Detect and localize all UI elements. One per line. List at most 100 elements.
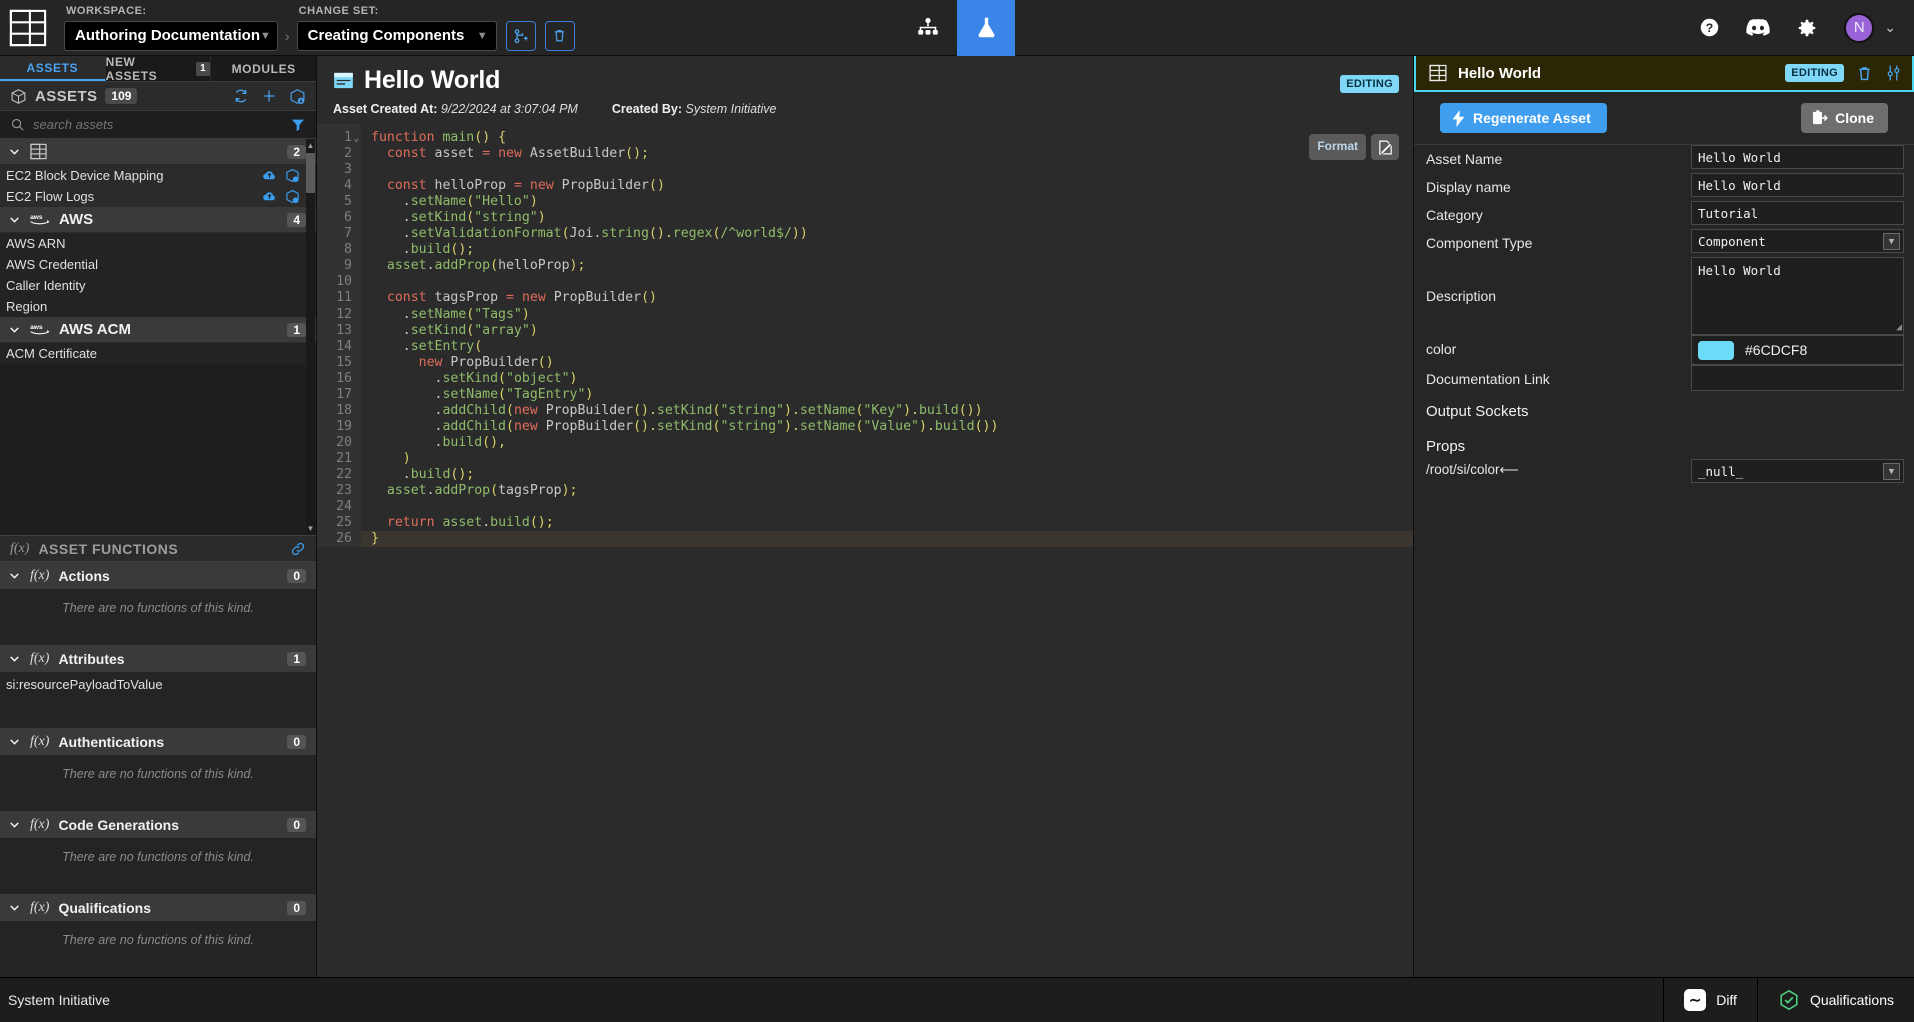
function-section-header[interactable]: f(x) Qualifications 0 [0,894,316,921]
code-line[interactable]: const tagsProp = new PropBuilder() [371,290,1413,306]
code-line[interactable]: .build(); [371,242,1413,258]
diff-button[interactable]: ∼ Diff [1663,977,1757,1022]
code-line[interactable]: .setKind("object") [371,371,1413,387]
code-line[interactable] [371,162,1413,178]
asset-group-aws[interactable]: aws AWS 4 [0,207,316,233]
code-line[interactable]: .setName("Hello") [371,194,1413,210]
code-line[interactable]: .setValidationFormat(Joi.string().regex(… [371,226,1413,242]
module-icon[interactable] [285,168,300,183]
code-line[interactable]: asset.addProp(tagsProp); [371,483,1413,499]
scroll-down-icon[interactable]: ▼ [306,524,315,533]
scroll-up-icon[interactable]: ▲ [306,141,315,150]
asset-item-aws-arn[interactable]: AWS ARN [0,233,316,254]
asset-item-acm-certificate[interactable]: ACM Certificate [0,343,316,364]
code-line[interactable]: } [361,531,1413,548]
description-textarea[interactable]: Hello World ◢ [1691,257,1904,335]
asset-group-aws-acm[interactable]: aws AWS ACM 1 [0,317,316,343]
filter-icon[interactable] [290,117,306,133]
code-line[interactable]: .setKind("string") [371,210,1413,226]
delete-asset-icon[interactable] [1856,65,1873,82]
code-line[interactable]: .setKind("array") [371,323,1413,339]
documentation-link-input[interactable] [1691,365,1904,391]
code-line[interactable]: new PropBuilder() [371,355,1413,371]
function-section-header[interactable]: f(x) Code Generations 0 [0,811,316,838]
changeset-dropdown[interactable]: Creating Components ▼ [296,20,497,51]
function-section-header[interactable]: f(x) Authentications 0 [0,728,316,755]
clone-asset-button[interactable]: Clone [1801,103,1888,133]
display-name-input[interactable]: Hello World [1691,173,1904,197]
cloud-upload-icon[interactable] [262,189,277,204]
search-input[interactable] [33,117,282,132]
line-number: 17 [336,386,352,402]
code-line[interactable] [371,274,1413,290]
code-format-icon-button[interactable] [1371,134,1399,160]
asset-item-ec2-flow-logs[interactable]: EC2 Flow Logs [0,186,316,207]
scrollbar-thumb[interactable] [306,153,315,193]
function-section-header[interactable]: f(x) Attributes 1 [0,645,316,672]
merge-changeset-button[interactable] [505,20,536,51]
tab-model[interactable] [899,0,957,56]
settings-sliders-icon[interactable] [1885,64,1902,82]
tab-new-assets[interactable]: NEW ASSETS 1 [105,56,212,83]
prop-value-select[interactable]: _null_ ▼ [1691,459,1904,483]
code-line[interactable]: .setName("TagEntry") [371,387,1413,403]
code-token: = [482,146,491,162]
line-number-gutter: 1 ⌄ 2 3 4 5 6 7 8 9 10 11 12 13 14 15 16 17 18 19 20 21 22 23 24… [317,124,361,548]
module-icon[interactable] [285,189,300,204]
category-input[interactable]: Tutorial [1691,201,1904,225]
asset-item-caller-identity[interactable]: Caller Identity [0,275,316,296]
refresh-icon[interactable] [233,88,249,104]
function-section-header[interactable]: f(x) Actions 0 [0,562,316,589]
tab-modules[interactable]: MODULES [211,56,316,81]
code-line[interactable]: const asset = new AssetBuilder(); [371,146,1413,162]
color-swatch[interactable] [1698,340,1734,360]
qualifications-button[interactable]: Qualifications [1756,977,1914,1022]
plus-icon[interactable] [261,88,277,104]
code-line[interactable]: .setEntry( [371,339,1413,355]
code-line[interactable]: return asset.build(); [371,515,1413,531]
chevron-down-icon[interactable]: ▼ [1883,233,1900,250]
asset-item-ec2-block-device-mapping[interactable]: EC2 Block Device Mapping [0,165,316,186]
color-picker[interactable]: #6CDCF8 [1691,335,1904,365]
code-content[interactable]: 1 ⌄ 2 3 4 5 6 7 8 9 10 11 12 13 14 15 16 17 18 19 20 21 22 23 24… [317,124,1413,548]
function-item[interactable]: si:resourcePayloadToValue [6,674,316,694]
link-function-button[interactable] [290,541,306,557]
code-line[interactable]: const helloProp = new PropBuilder() [371,178,1413,194]
code-lines[interactable]: function main() { const asset = new Asse… [361,124,1413,548]
regenerate-asset-button[interactable]: Regenerate Asset [1440,103,1607,133]
code-line[interactable]: .setName("Tags") [371,307,1413,323]
code-line[interactable]: .addChild(new PropBuilder().setKind("str… [371,419,1413,435]
code-line[interactable] [371,499,1413,515]
install-module-icon[interactable] [289,88,306,105]
resize-grip-icon[interactable]: ◢ [1896,323,1902,333]
settings-button[interactable] [1796,17,1818,39]
code-line[interactable]: .build(), [371,435,1413,451]
user-menu[interactable]: N ⌄ [1844,12,1896,43]
code-line[interactable]: function main() { [371,130,1413,146]
chevron-down-icon[interactable]: ▼ [1883,463,1900,480]
asset-item-region[interactable]: Region [0,296,316,317]
tab-assets[interactable]: ASSETS [0,56,106,81]
asset-tree-scrollbar[interactable]: ▲ ▼ [306,139,315,535]
code-line[interactable]: .addChild(new PropBuilder().setKind("str… [371,403,1413,419]
code-line[interactable]: .build(); [371,467,1413,483]
asset-name-input[interactable]: Hello World [1691,145,1904,169]
asset-item-aws-credential[interactable]: AWS Credential [0,254,316,275]
help-button[interactable]: ? [1699,17,1720,38]
code-token: build [410,466,451,482]
cloud-upload-icon[interactable] [262,168,277,183]
code-line[interactable]: ) [371,451,1413,467]
discord-button[interactable] [1746,18,1770,37]
asset-group-uncategorized[interactable]: 2 [0,139,316,165]
workspace-dropdown[interactable]: Authoring Documentation ▼ [64,20,278,51]
fold-chevron-icon[interactable]: ⌄ [354,131,359,147]
tab-customize[interactable] [957,0,1015,56]
line-number: 4 [344,178,352,194]
si-logo[interactable] [0,0,56,56]
delete-changeset-button[interactable] [544,20,575,51]
format-button[interactable]: Format [1309,134,1366,160]
code-area[interactable]: 1 ⌄ 2 3 4 5 6 7 8 9 10 11 12 13 14 15 16 17 18 19 20 21 22 23 24… [317,124,1413,977]
code-line[interactable]: asset.addProp(helloProp); [371,258,1413,274]
component-type-select[interactable]: Component ▼ [1691,229,1904,253]
